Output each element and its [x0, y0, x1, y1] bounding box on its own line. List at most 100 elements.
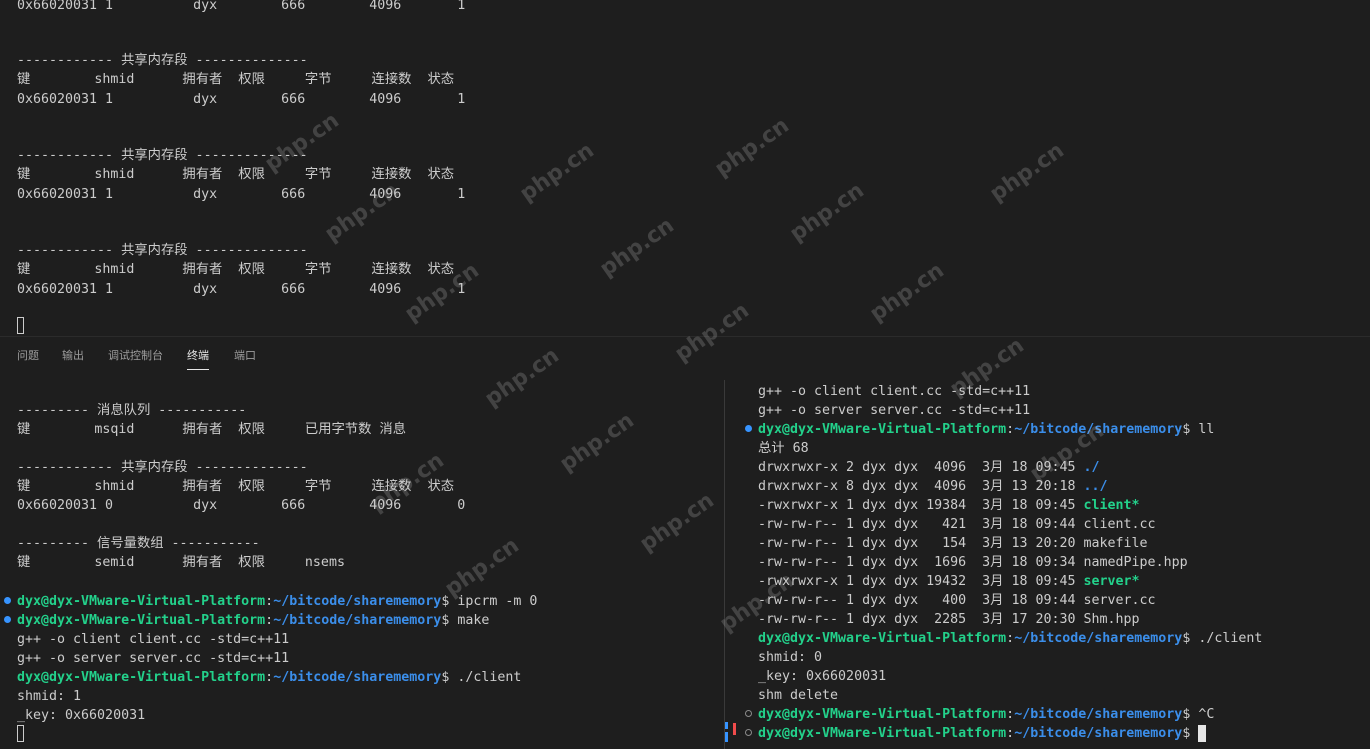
terminal-line: ------------ 共享内存段 -------------- — [17, 460, 308, 475]
terminal-line: 键 shmid 拥有者 权限 字节 连接数 状态 — [17, 479, 455, 494]
command-text: ./client — [1190, 631, 1263, 646]
listing-meta: -rwxrwxr-x 1 dyx dyx 19384 3月 18 09:45 — [758, 498, 1084, 513]
terminal-line: 0x66020031 1 dyx 666 4096 1 — [17, 187, 466, 202]
terminal-line: 0x66020031 0 dyx 666 4096 0 — [17, 498, 466, 513]
prompt-path: ~/bitcode/sharememory — [1014, 422, 1183, 437]
prompt-user: dyx@dyx-VMware-Virtual-Platform — [758, 422, 1007, 437]
listing-row: -rw-rw-r-- 1 dyx dyx 1696 3月 18 09:34 na… — [758, 553, 1188, 572]
terminal-line: ------------ 共享内存段 -------------- — [17, 53, 308, 68]
listing-filename: client.cc — [1083, 517, 1156, 532]
prompt-line: dyx@dyx-VMware-Virtual-Platform:~/bitcod… — [17, 594, 538, 609]
listing-filename: client* — [1083, 498, 1140, 513]
prompt-user: dyx@dyx-VMware-Virtual-Platform — [758, 631, 1007, 646]
prompt-user: dyx@dyx-VMware-Virtual-Platform — [758, 707, 1007, 722]
terminal-line: g++ -o server server.cc -std=c++11 — [758, 403, 1031, 418]
prompt-path: ~/bitcode/sharememory — [1014, 726, 1183, 741]
listing-filename: namedPipe.hpp — [1083, 555, 1188, 570]
tab-terminal[interactable]: 终端 — [187, 347, 209, 370]
terminal-line: 0x66020031 1 dyx 666 4096 1 — [17, 282, 466, 297]
tab-problems[interactable]: 问题 — [17, 347, 39, 363]
terminal-line: g++ -o server server.cc -std=c++11 — [17, 651, 290, 666]
listing-filename: server.cc — [1083, 593, 1156, 608]
terminal-line: 键 msqid 拥有者 权限 已用字节数 消息 — [17, 422, 407, 437]
listing-meta: -rw-rw-r-- 1 dyx dyx 421 3月 18 09:44 — [758, 517, 1084, 532]
listing-meta: -rw-rw-r-- 1 dyx dyx 400 3月 18 09:44 — [758, 593, 1084, 608]
listing-meta: -rw-rw-r-- 1 dyx dyx 2285 3月 17 20:30 — [758, 612, 1084, 627]
tab-debug-console[interactable]: 调试控制台 — [108, 347, 163, 363]
listing-row: -rw-rw-r-- 1 dyx dyx 400 3月 18 09:44 ser… — [758, 591, 1156, 610]
prompt-line: dyx@dyx-VMware-Virtual-Platform:~/bitcod… — [758, 707, 1215, 722]
left-terminal-pane[interactable]: --------- 消息队列 ----------- 键 msqid 拥有者 权… — [0, 374, 724, 749]
prompt-path: ~/bitcode/sharememory — [273, 670, 442, 685]
prompt-line: dyx@dyx-VMware-Virtual-Platform:~/bitcod… — [17, 613, 490, 628]
prompt-user: dyx@dyx-VMware-Virtual-Platform — [17, 613, 266, 628]
prompt-line: dyx@dyx-VMware-Virtual-Platform:~/bitcod… — [758, 724, 1207, 743]
tab-output[interactable]: 输出 — [62, 347, 84, 363]
terminal-line: --------- 消息队列 ----------- — [17, 403, 247, 418]
prompt-user: dyx@dyx-VMware-Virtual-Platform — [17, 670, 266, 685]
listing-meta: drwxrwxr-x 8 dyx dyx 4096 3月 13 20:18 — [758, 479, 1084, 494]
terminal-cursor — [17, 724, 24, 743]
terminal-line: 键 semid 拥有者 权限 nsems — [17, 555, 345, 570]
terminal-line: 0x66020031 1 dyx 666 4096 1 — [17, 0, 466, 13]
listing-filename: makefile — [1083, 536, 1148, 551]
listing-row: -rwxrwxr-x 1 dyx dyx 19432 3月 18 09:45 s… — [758, 572, 1140, 591]
command-success-dot-icon[interactable] — [4, 597, 11, 604]
terminal-line: 总计 68 — [758, 441, 809, 456]
terminal-line: 键 shmid 拥有者 权限 字节 连接数 状态 — [17, 262, 455, 277]
terminal-line: 键 shmid 拥有者 权限 字节 连接数 状态 — [17, 167, 455, 182]
terminal-line: 0x66020031 1 dyx 666 4096 1 — [17, 92, 466, 107]
listing-meta: -rwxrwxr-x 1 dyx dyx 19432 3月 18 09:45 — [758, 574, 1084, 589]
right-terminal-pane[interactable]: g++ -o client client.cc -std=c++11 g++ -… — [725, 374, 1370, 749]
terminal-line: _key: 0x66020031 — [17, 708, 146, 723]
listing-meta: -rw-rw-r-- 1 dyx dyx 154 3月 13 20:20 — [758, 536, 1084, 551]
prompt-path: ~/bitcode/sharememory — [273, 594, 442, 609]
scrollbar-marker — [733, 723, 736, 735]
prompt-user: dyx@dyx-VMware-Virtual-Platform — [758, 726, 1007, 741]
prompt-line: dyx@dyx-VMware-Virtual-Platform:~/bitcod… — [17, 670, 522, 685]
scrollbar-marker — [725, 722, 728, 729]
prompt-path: ~/bitcode/sharememory — [1014, 707, 1183, 722]
prompt-line: dyx@dyx-VMware-Virtual-Platform:~/bitcod… — [758, 631, 1263, 646]
command-neutral-dot-icon[interactable] — [745, 729, 752, 736]
listing-filename: ./ — [1083, 460, 1100, 475]
listing-row: -rw-rw-r-- 1 dyx dyx 154 3月 13 20:20 mak… — [758, 534, 1148, 553]
listing-row: drwxrwxr-x 8 dyx dyx 4096 3月 13 20:18 ..… — [758, 477, 1108, 496]
command-neutral-dot-icon[interactable] — [745, 710, 752, 717]
command-text: ./client — [449, 670, 522, 685]
terminal-line: shm delete — [758, 688, 839, 703]
panel-tab-bar: 问题 输出 调试控制台 终端 端口 — [0, 336, 1370, 375]
scrollbar-marker — [725, 732, 728, 742]
listing-meta: drwxrwxr-x 2 dyx dyx 4096 3月 18 09:45 — [758, 460, 1084, 475]
listing-row: -rw-rw-r-- 1 dyx dyx 2285 3月 17 20:30 Sh… — [758, 610, 1140, 629]
prompt-user: dyx@dyx-VMware-Virtual-Platform — [17, 594, 266, 609]
listing-row: -rwxrwxr-x 1 dyx dyx 19384 3月 18 09:45 c… — [758, 496, 1140, 515]
listing-filename: Shm.hpp — [1083, 612, 1140, 627]
listing-row: drwxrwxr-x 2 dyx dyx 4096 3月 18 09:45 ./ — [758, 458, 1100, 477]
top-terminal-output[interactable]: 0x66020031 1 dyx 666 4096 1 ------------… — [0, 0, 1370, 336]
prompt-path: ~/bitcode/sharememory — [273, 613, 442, 628]
terminal-line: shmid: 1 — [17, 689, 82, 704]
command-text: ll — [1190, 422, 1215, 437]
terminal-line: g++ -o client client.cc -std=c++11 — [17, 632, 290, 647]
prompt-path: ~/bitcode/sharememory — [1014, 631, 1183, 646]
command-success-dot-icon[interactable] — [4, 616, 11, 623]
listing-meta: -rw-rw-r-- 1 dyx dyx 1696 3月 18 09:34 — [758, 555, 1084, 570]
command-success-dot-icon[interactable] — [745, 425, 752, 432]
terminal-line: ------------ 共享内存段 -------------- — [17, 148, 308, 163]
listing-filename: server* — [1083, 574, 1140, 589]
terminal-cursor — [17, 316, 24, 335]
terminal-line: 键 shmid 拥有者 权限 字节 连接数 状态 — [17, 72, 455, 87]
command-text: ipcrm -m 0 — [449, 594, 538, 609]
terminal-line: _key: 0x66020031 — [758, 669, 887, 684]
terminal-line: shmid: 0 — [758, 650, 823, 665]
tab-ports[interactable]: 端口 — [234, 347, 256, 363]
listing-row: -rw-rw-r-- 1 dyx dyx 421 3月 18 09:44 cli… — [758, 515, 1156, 534]
listing-filename: ../ — [1083, 479, 1108, 494]
command-text: ^C — [1190, 707, 1215, 722]
command-text: make — [449, 613, 490, 628]
terminal-cursor — [1198, 724, 1207, 742]
prompt-line: dyx@dyx-VMware-Virtual-Platform:~/bitcod… — [758, 422, 1215, 437]
terminal-line: g++ -o client client.cc -std=c++11 — [758, 384, 1031, 399]
terminal-line: --------- 信号量数组 ----------- — [17, 536, 260, 551]
